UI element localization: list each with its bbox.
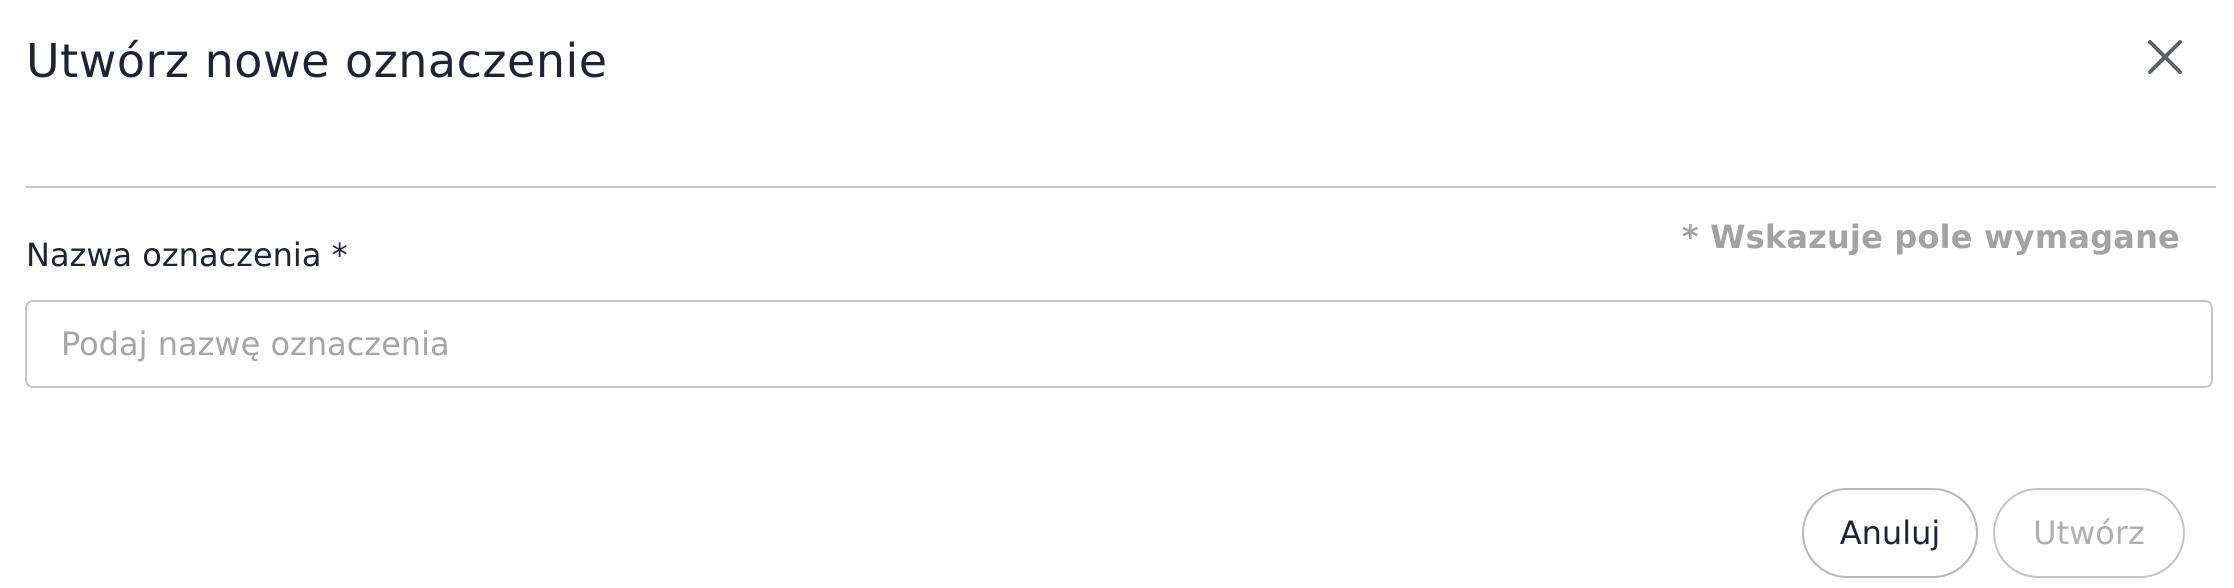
cancel-button[interactable]: Anuluj [1802,488,1978,578]
label-name-field-label: Nazwa oznaczenia * [26,236,348,274]
dialog-title: Utwórz nowe oznaczenie [26,34,608,88]
create-label-dialog: Utwórz nowe oznaczenie * Wskazuje pole w… [0,0,2234,588]
label-name-input[interactable] [25,300,2213,388]
required-fields-note: * Wskazuje pole wymagane [1681,218,2180,256]
close-button[interactable] [2138,30,2192,84]
close-icon [2148,40,2182,74]
create-button[interactable]: Utwórz [1993,488,2185,578]
header-divider [26,186,2216,188]
